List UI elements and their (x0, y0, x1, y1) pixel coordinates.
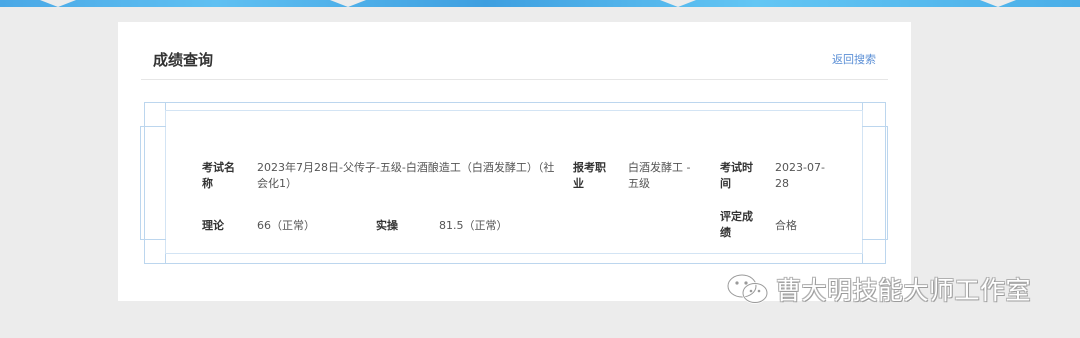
header-divider (141, 79, 888, 80)
banner-notch (660, 0, 696, 7)
banner-notch (40, 0, 76, 7)
score-query-card: 成绩查询 返回搜索 考试名称 2023年7月28日-父传子-五级-白酒酿造工（白… (118, 22, 911, 301)
watermark: 曹大明技能大师工作室 (726, 272, 1031, 306)
back-to-search-link[interactable]: 返回搜索 (832, 51, 876, 67)
watermark-text: 曹大明技能大师工作室 (776, 276, 1032, 305)
practice-score: 81.5（正常） (439, 219, 508, 232)
page-title: 成绩查询 (153, 51, 214, 69)
rating-label: 评定成绩 (720, 210, 753, 239)
exam-name-value: 2023年7月28日-父传子-五级-白酒酿造工（白酒发酵工）（社会化1） (257, 161, 555, 190)
theory-label: 理论 (202, 219, 224, 232)
result-frame-left (140, 126, 166, 240)
exam-time-value: 2023-07-28 (775, 161, 825, 190)
wechat-icon (726, 273, 769, 304)
rating-value: 合格 (775, 219, 797, 232)
theory-score: 66（正常） (257, 219, 315, 232)
banner-notch (330, 0, 366, 7)
exam-time-label: 考试时间 (720, 161, 753, 190)
banner-notch (980, 0, 1016, 7)
exam-name-label: 考试名称 (202, 161, 235, 190)
job-label: 报考职业 (573, 161, 606, 190)
top-banner (0, 0, 1080, 7)
job-value: 白酒发酵工 - 五级 (628, 161, 691, 190)
result-frame-right (862, 126, 888, 240)
practice-label: 实操 (376, 219, 398, 232)
